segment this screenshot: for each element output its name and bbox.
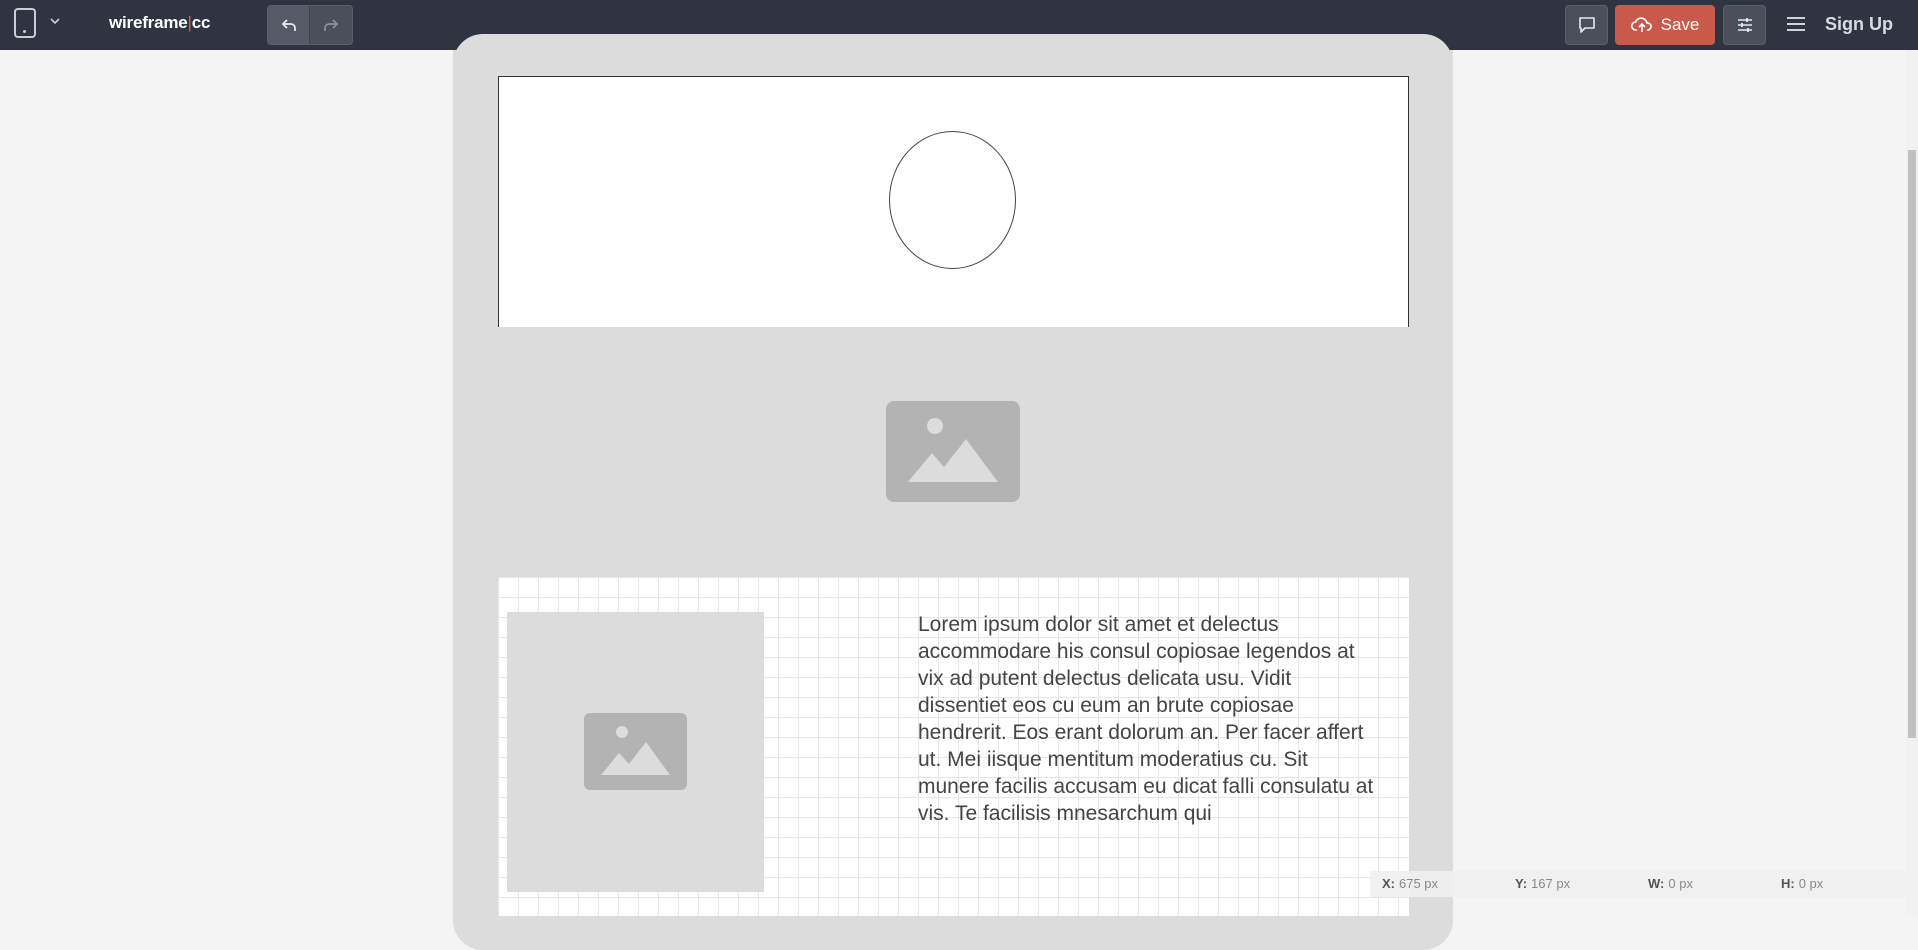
status-w: W: 0 px	[1648, 876, 1693, 891]
comment-icon	[1578, 17, 1595, 33]
logo-text-left: wireframe	[109, 13, 188, 32]
comment-button[interactable]	[1565, 5, 1608, 45]
redo-icon	[324, 19, 339, 31]
menu-button[interactable]	[1784, 12, 1808, 36]
image-placeholder-icon[interactable]	[886, 401, 1020, 502]
circle-element[interactable]	[889, 131, 1016, 269]
status-x: X: 675 px	[1382, 876, 1439, 891]
undo-button[interactable]	[268, 6, 310, 44]
hamburger-icon	[1787, 17, 1805, 31]
image-placeholder-icon	[584, 713, 687, 790]
sliders-icon	[1737, 18, 1752, 32]
logo-text-right: cc	[191, 13, 211, 32]
chevron-down-icon[interactable]	[48, 14, 62, 28]
cloud-upload-icon	[1630, 17, 1652, 32]
save-button[interactable]: Save	[1615, 5, 1715, 45]
device-selector-icon[interactable]	[14, 8, 36, 38]
scrollbar-thumb[interactable]	[1908, 150, 1916, 738]
status-h: H: 0 px	[1781, 876, 1824, 891]
redo-button[interactable]	[310, 6, 352, 44]
status-bar: X: 675 px Y: 167 px W: 0 px H: 0 px	[1370, 871, 1906, 897]
status-y: Y: 167 px	[1515, 876, 1571, 891]
app-logo[interactable]: wireframe|cc	[109, 13, 210, 33]
canvas-area[interactable]: Lorem ipsum dolor sit amet et delectus a…	[0, 34, 1906, 950]
phone-frame-top	[453, 34, 1453, 74]
settings-button[interactable]	[1723, 5, 1766, 45]
undo-icon	[281, 19, 296, 31]
history-controls	[267, 5, 353, 45]
save-label: Save	[1660, 15, 1700, 34]
paragraph-text-element[interactable]: Lorem ipsum dolor sit amet et delectus a…	[918, 611, 1380, 827]
signup-link[interactable]: Sign Up	[1825, 14, 1893, 35]
